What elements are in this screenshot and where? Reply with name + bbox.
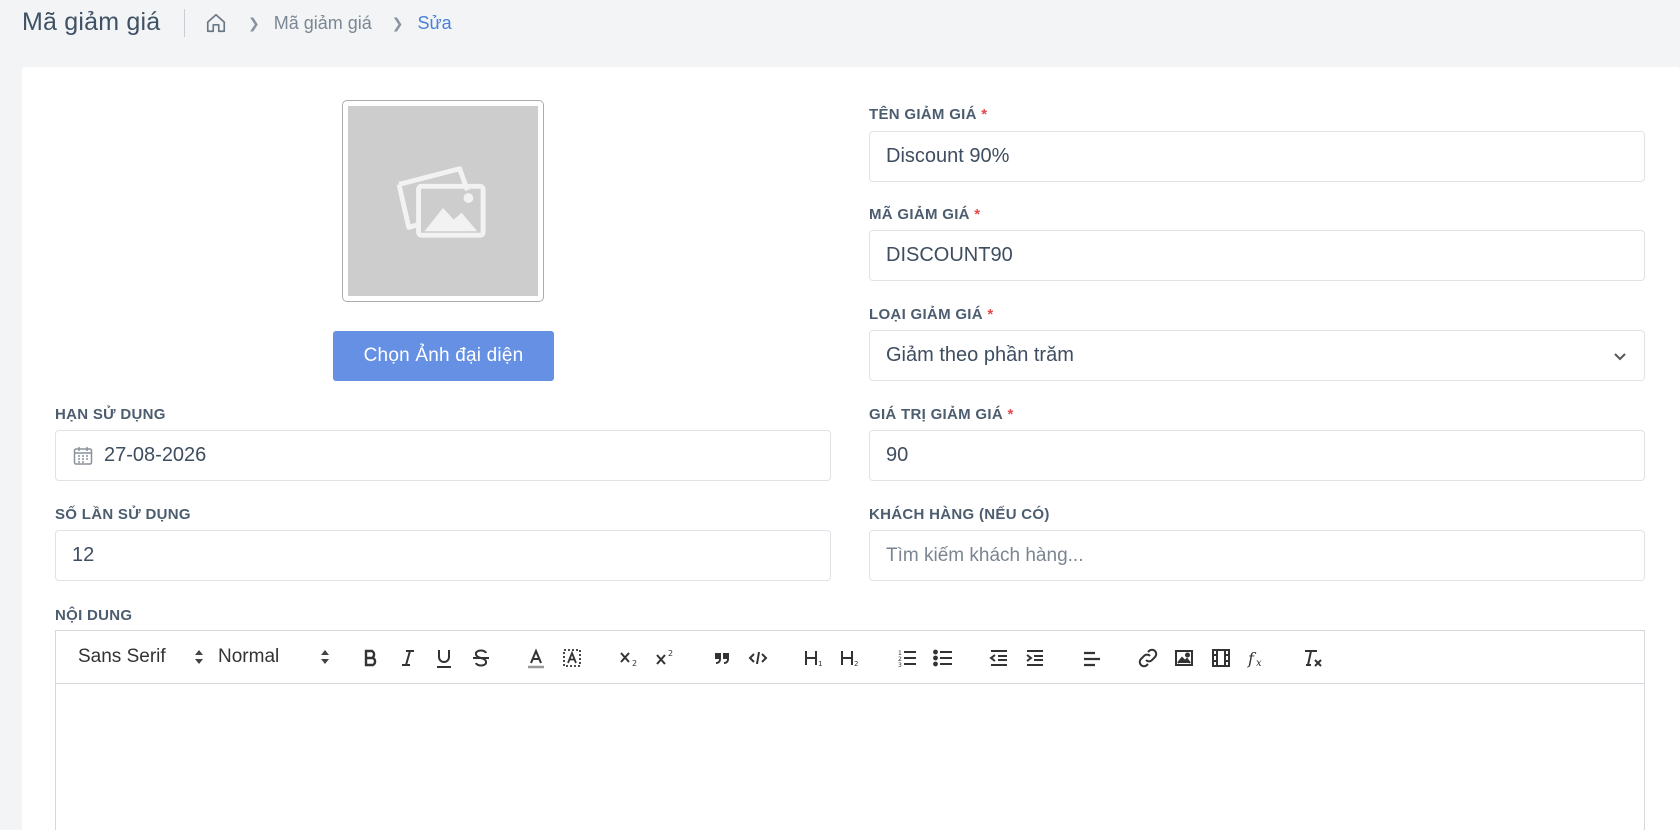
usage-label: SỐ LẦN SỬ DỤNG — [55, 506, 191, 523]
indent-decrease-icon[interactable] — [984, 643, 1014, 673]
strike-icon[interactable] — [466, 643, 496, 673]
chevron-down-icon — [1614, 353, 1626, 361]
amount-label: GIÁ TRỊ GIẢM GIÁ * — [869, 406, 1014, 423]
expiry-date-value: 27-08-2026 — [104, 444, 207, 466]
expiry-label: HẠN SỬ DỤNG — [55, 406, 166, 423]
discount-name-input[interactable]: Discount 90% — [869, 131, 1645, 182]
italic-icon[interactable] — [393, 643, 423, 673]
home-icon[interactable] — [204, 11, 228, 35]
svg-text:x: x — [1256, 658, 1262, 669]
size-picker-label: Normal — [218, 646, 280, 667]
discount-type-select[interactable]: Giảm theo phần trăm — [869, 330, 1645, 381]
chevron-right-icon: ❯ — [248, 14, 260, 31]
background-color-icon[interactable] — [557, 643, 587, 673]
breadcrumb: ❯ Mã giảm giá ❯ Sửa — [204, 10, 452, 36]
header-1-icon[interactable]: 1 — [799, 643, 829, 673]
image-placeholder-icon — [348, 106, 538, 296]
editor-content-area[interactable] — [56, 684, 1644, 830]
header-2-icon[interactable]: 2 — [835, 643, 865, 673]
text-color-icon[interactable] — [521, 643, 551, 673]
editor-toolbar: Sans Serif Normal 2 2 1 2 123 fx — [56, 631, 1644, 684]
svg-text:2: 2 — [854, 660, 858, 668]
underline-icon[interactable] — [429, 643, 459, 673]
page-title: Mã giảm giá — [22, 8, 161, 36]
picker-arrows-icon — [321, 650, 329, 664]
expiry-date-input[interactable]: 27-08-2026 — [55, 430, 831, 481]
indent-increase-icon[interactable] — [1020, 643, 1050, 673]
bullet-list-icon[interactable] — [928, 643, 958, 673]
clean-icon[interactable] — [1297, 643, 1327, 673]
name-label: TÊN GIẢM GIÁ * — [869, 106, 988, 123]
page-header: Mã giảm giá ❯ Mã giảm giá ❯ Sửa — [0, 0, 1680, 48]
size-picker[interactable]: Normal — [218, 643, 330, 671]
picker-arrows-icon — [195, 650, 203, 664]
font-picker-label: Sans Serif — [78, 646, 166, 667]
breadcrumb-parent-link[interactable]: Mã giảm giá — [274, 13, 372, 34]
bold-icon[interactable] — [356, 643, 386, 673]
formula-icon[interactable]: fx — [1242, 643, 1272, 673]
discount-amount-input[interactable]: 90 — [869, 430, 1645, 481]
superscript-icon[interactable]: 2 — [650, 643, 680, 673]
discount-code-input[interactable]: DISCOUNT90 — [869, 230, 1645, 281]
image-icon[interactable] — [1169, 643, 1199, 673]
calendar-icon — [73, 446, 93, 465]
svg-text:3: 3 — [898, 662, 902, 669]
content-editor: Sans Serif Normal 2 2 1 2 123 fx — [55, 630, 1645, 830]
code-block-icon[interactable] — [743, 643, 773, 673]
type-label: LOẠI GIẢM GIÁ * — [869, 306, 994, 323]
breadcrumb-current: Sửa — [417, 12, 452, 33]
usage-count-input[interactable]: 12 — [55, 530, 831, 581]
subscript-icon[interactable]: 2 — [614, 643, 644, 673]
align-icon[interactable] — [1077, 643, 1107, 673]
ordered-list-icon[interactable]: 123 — [892, 643, 922, 673]
content-label: NỘI DUNG — [55, 607, 133, 624]
svg-text:2: 2 — [668, 649, 673, 658]
video-icon[interactable] — [1206, 643, 1236, 673]
link-icon[interactable] — [1133, 643, 1163, 673]
chevron-right-icon: ❯ — [391, 14, 404, 31]
blockquote-icon[interactable] — [707, 643, 737, 673]
customer-search-input[interactable]: Tìm kiếm khách hàng... — [869, 530, 1645, 581]
choose-avatar-button[interactable]: Chọn Ảnh đại diện — [333, 331, 554, 381]
discount-type-value: Giảm theo phần trăm — [886, 344, 1074, 366]
svg-text:2: 2 — [632, 659, 637, 668]
avatar-preview — [342, 100, 544, 302]
svg-text:1: 1 — [818, 660, 822, 668]
customer-label: KHÁCH HÀNG (NẾU CÓ) — [869, 506, 1050, 523]
header-divider — [184, 9, 185, 37]
code-label: MÃ GIẢM GIÁ * — [869, 206, 981, 223]
font-picker[interactable]: Sans Serif — [78, 643, 204, 671]
